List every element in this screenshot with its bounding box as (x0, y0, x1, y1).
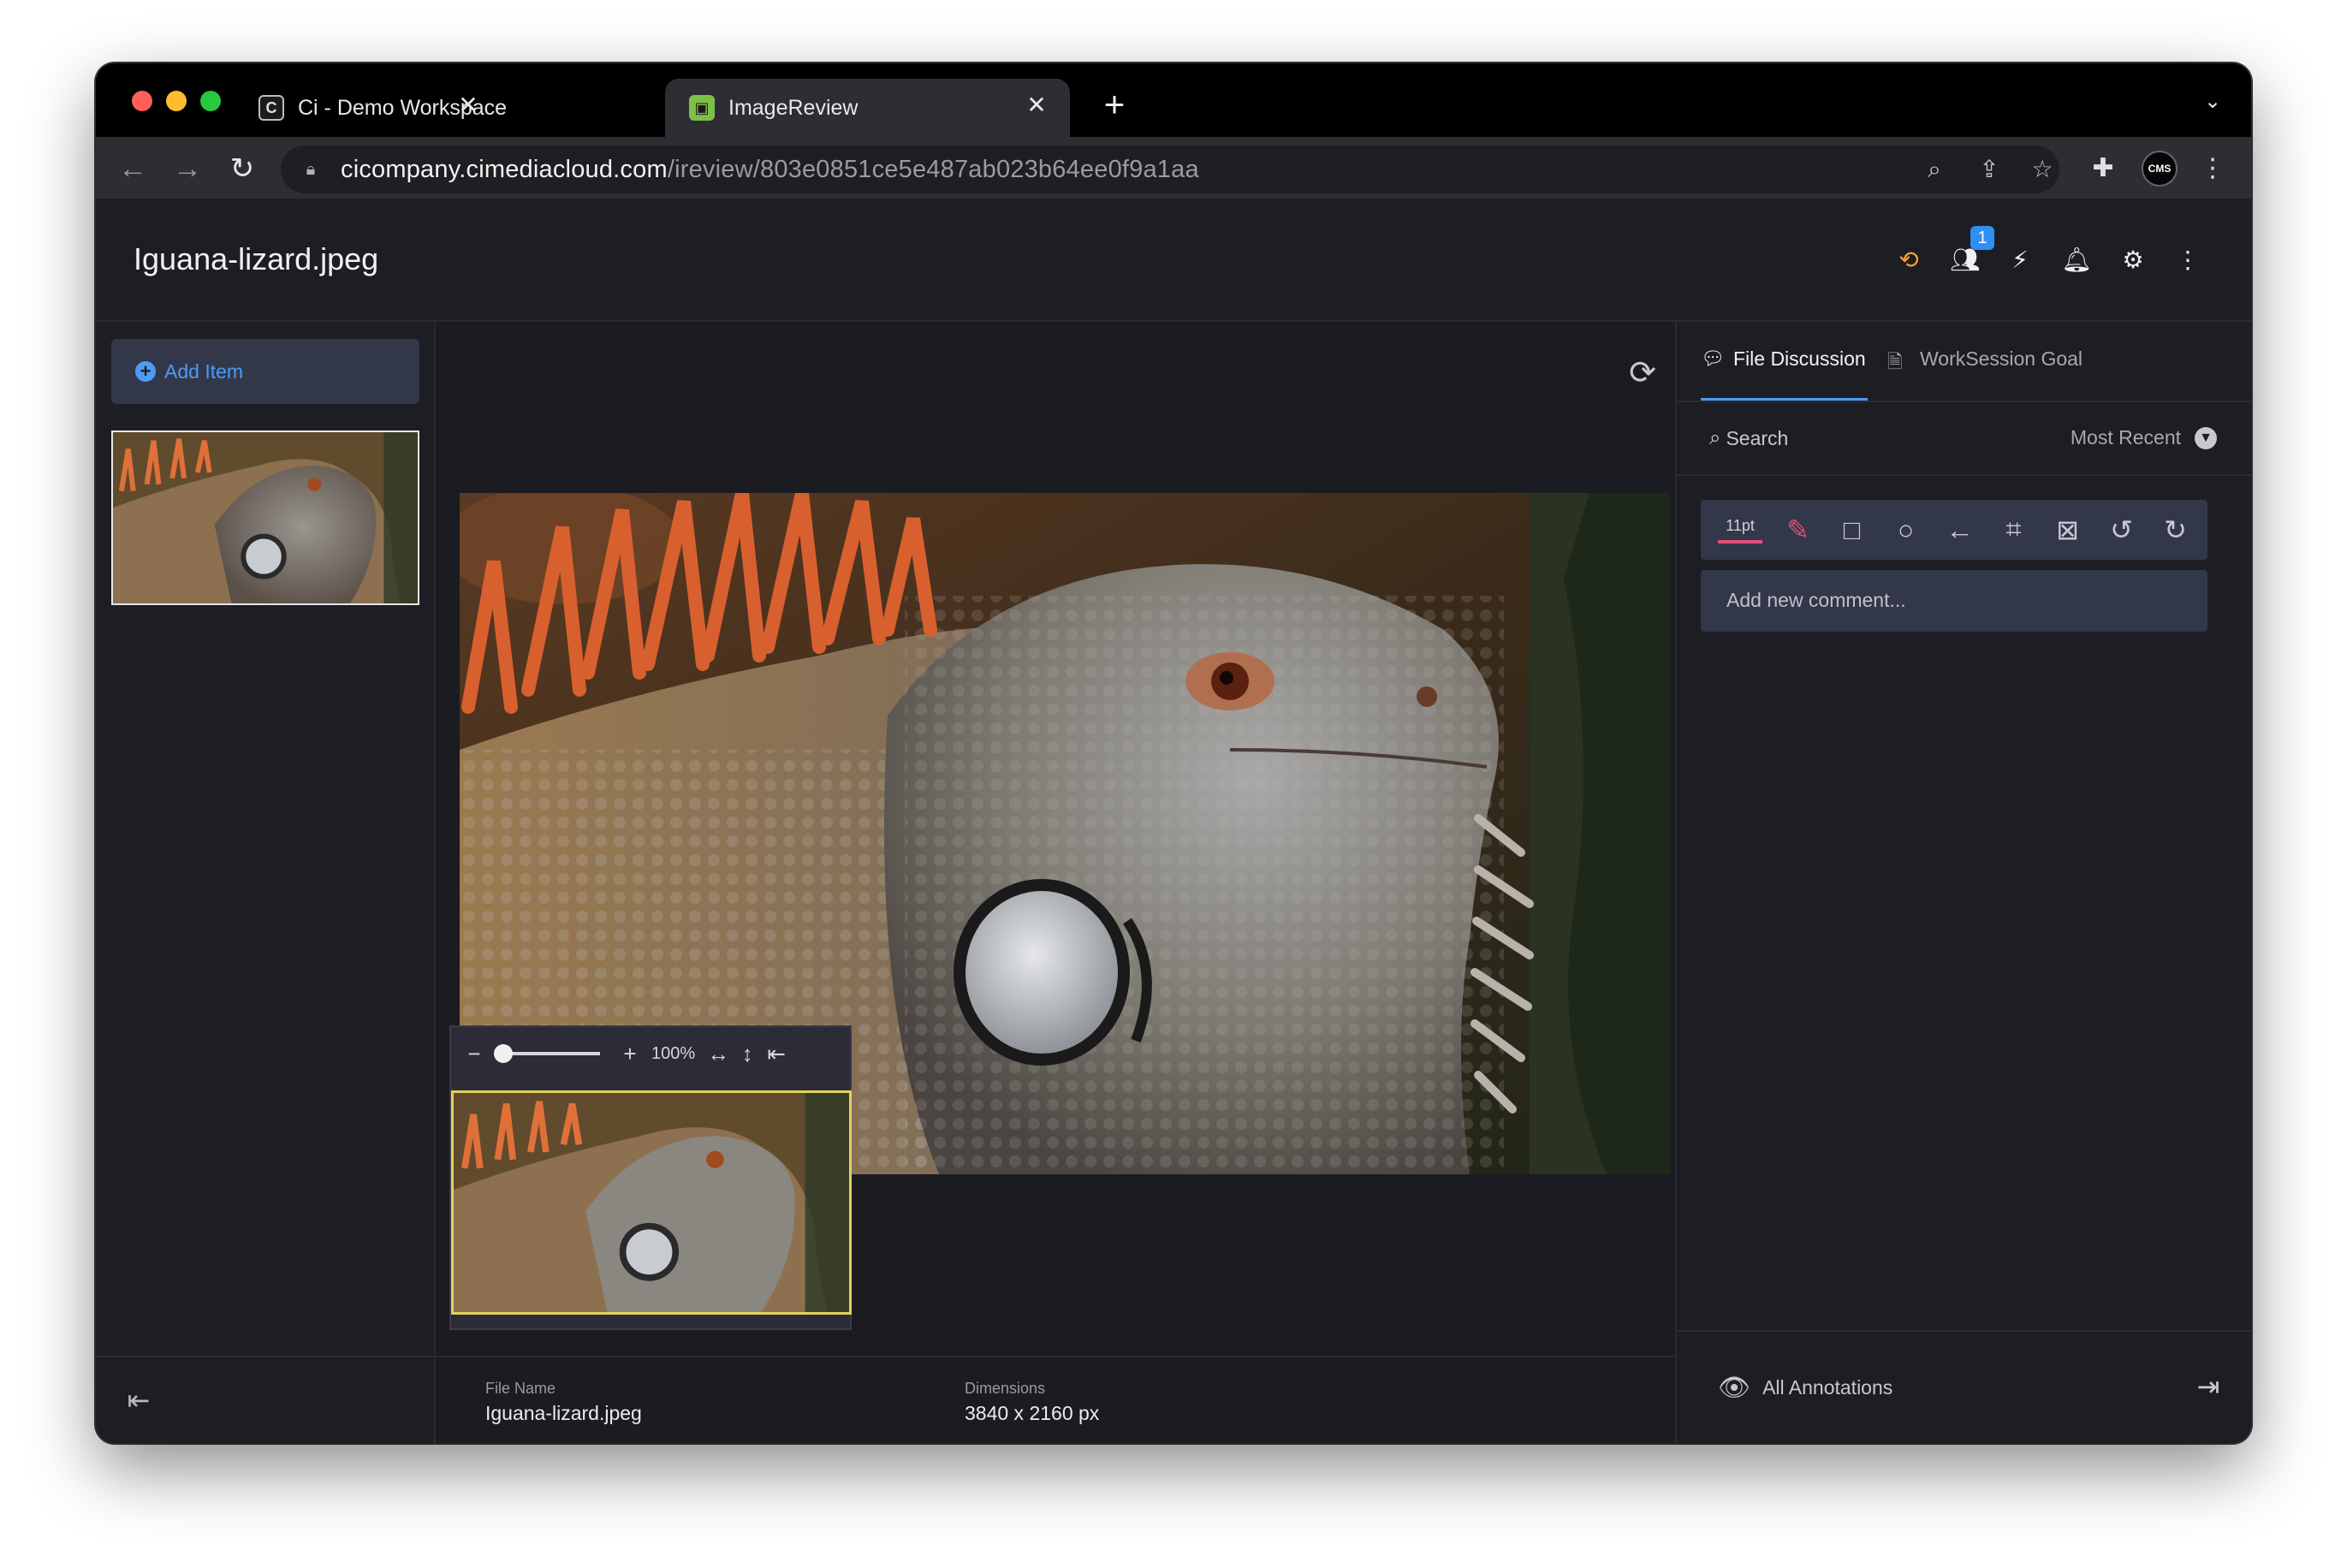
zoom-level: 100% (651, 1043, 696, 1063)
zoom-out-icon[interactable]: − (460, 1041, 489, 1067)
file-thumbnail[interactable] (111, 431, 419, 605)
forward-arrow-icon[interactable]: → (169, 151, 205, 187)
clear-icon[interactable]: ⊠ (2041, 514, 2094, 546)
chevron-down-icon: ▼ (2195, 426, 2217, 449)
redo-icon[interactable]: ↻ (2148, 514, 2202, 546)
collapse-panel-icon[interactable]: ⇥ (2193, 1371, 2224, 1402)
url-path: /ireview/803e0851ce5e487ab023b64ee0f9a1a… (667, 155, 1199, 183)
comment-icon: 💬︎ (1701, 347, 1725, 369)
collapse-sidebar-icon[interactable]: ⇤ (123, 1385, 154, 1416)
address-bar[interactable]: 🔒︎ cicompany.cimediacloud.com/ireview/80… (281, 146, 2059, 193)
close-icon[interactable]: ✕ (1022, 91, 1051, 120)
undo-icon[interactable]: ↺ (2094, 514, 2148, 546)
comment-input[interactable]: Add new comment... (1701, 570, 2207, 632)
lock-icon: 🔒︎ (306, 160, 316, 179)
close-icon[interactable]: ✕ (454, 91, 483, 120)
add-item-button[interactable]: + Add Item (111, 339, 419, 404)
sync-icon[interactable]: ⟲ (1893, 245, 1924, 276)
add-item-label: Add Item (164, 359, 244, 383)
zoom-slider[interactable] (494, 1044, 600, 1063)
chevron-down-icon[interactable]: ⌄ (2200, 89, 2225, 115)
refresh-icon[interactable]: ⟳ (1625, 356, 1660, 390)
tab-imagereview[interactable]: ▣ ImageReview ✕ (665, 79, 1070, 137)
crop-icon[interactable]: ⌗ (1987, 514, 2041, 546)
file-name-value: Iguana-lizard.jpeg (485, 1402, 642, 1424)
browser-window: C Ci - Demo Workspace ✕ ▣ ImageReview ✕ … (96, 63, 2251, 1443)
plus-circle-icon: + (135, 361, 156, 382)
share-icon[interactable]: ⇪ (1974, 154, 2005, 185)
arrow-icon[interactable]: ← (1933, 514, 1987, 546)
navigator-thumbnail[interactable] (451, 1090, 852, 1315)
discussion-search-bar: ⌕ Search Most Recent ▼ (1677, 402, 2251, 476)
users-count-badge: 1 (1970, 226, 1994, 250)
search-icon: ⌕ (1709, 426, 1721, 449)
gear-icon[interactable]: ⚙ (2118, 245, 2148, 276)
tab-ci-demo-workspace[interactable]: C Ci - Demo Workspace ✕ (146, 79, 642, 137)
back-arrow-icon[interactable]: ← (115, 151, 151, 187)
iguana-thumbnail-image (113, 432, 418, 603)
tab-file-discussion[interactable]: 💬︎ File Discussion (1701, 347, 1868, 401)
profile-avatar[interactable]: CMS (2142, 151, 2178, 187)
dimensions-label: Dimensions (965, 1380, 1046, 1397)
eye-icon: 👁︎ (1718, 1374, 1751, 1402)
sort-label: Most Recent (2070, 426, 2181, 448)
rectangle-icon[interactable]: □ (1825, 514, 1879, 546)
iguana-navigator-image (454, 1093, 849, 1312)
app-header: Iguana-lizard.jpeg ⟲ 👥︎ 1 ⚡︎ 🔔︎ ⚙ ⋮ (96, 200, 2251, 322)
zoom-slider-knob[interactable] (494, 1044, 513, 1063)
url-host: cicompany.cimediacloud.com (341, 155, 668, 183)
panel-tabs: 💬︎ File Discussion 🗎 WorkSession Goal (1677, 322, 2251, 402)
kebab-menu-icon[interactable]: ⋮ (2172, 245, 2203, 276)
zoom-navigator: − + 100% ↔ ↕ ⇤ (449, 1025, 852, 1330)
image-review-icon: ▣ (689, 95, 715, 121)
sort-dropdown[interactable]: Most Recent ▼ (2071, 426, 2217, 449)
zoom-search-icon[interactable]: ⌕ (1919, 154, 1950, 185)
zoom-controls: − + 100% ↔ ↕ ⇤ (451, 1027, 850, 1080)
stroke-size-selector[interactable]: 11pt (1718, 517, 1762, 543)
kebab-menu-icon[interactable]: ⋮ (2196, 152, 2229, 185)
document-icon: 🗎 (1887, 351, 1903, 372)
page-title: Iguana-lizard.jpeg (134, 241, 379, 276)
all-annotations-toggle[interactable]: 👁︎ All Annotations (1718, 1373, 1892, 1403)
panel-footer: 👁︎ All Annotations ⇥ (1677, 1330, 2251, 1443)
zoom-in-icon[interactable]: + (615, 1041, 645, 1067)
tab-bar: C Ci - Demo Workspace ✕ ▣ ImageReview ✕ … (96, 63, 2251, 137)
tab-worksession-goal[interactable]: 🗎 WorkSession Goal (1887, 347, 2083, 401)
sidebar-footer: ⇤ (96, 1356, 434, 1443)
discussion-panel: 💬︎ File Discussion 🗎 WorkSession Goal ⌕ … (1675, 322, 2251, 1443)
file-metadata: File Name Iguana-lizard.jpeg Dimensions … (436, 1356, 1675, 1443)
circle-icon[interactable]: ○ (1879, 514, 1933, 546)
bell-icon[interactable]: 🔔︎ (2061, 245, 2092, 276)
search-label: Search (1726, 426, 1789, 449)
fit-width-icon[interactable]: ↔ (704, 1041, 733, 1067)
tab-label: WorkSession Goal (1920, 347, 2083, 370)
fit-height-icon[interactable]: ↕ (733, 1041, 762, 1067)
collapse-navigator-icon[interactable]: ⇤ (762, 1041, 791, 1067)
browser-toolbar: ← → ↻ 🔒︎ cicompany.cimediacloud.com/irev… (96, 137, 2251, 200)
file-name-label: File Name (485, 1380, 556, 1397)
pencil-icon[interactable]: ✎ (1771, 514, 1825, 546)
image-viewer: ⟳ − + 100% ↔ ↕ ⇤ File Name Iguana-lizard… (436, 322, 1675, 1443)
dimensions-value: 3840 x 2160 px (965, 1402, 1100, 1424)
extensions-icon[interactable]: ✚ (2087, 152, 2119, 185)
new-tab-button[interactable]: + (1097, 86, 1132, 122)
sidebar: + Add Item ⇤ (96, 322, 436, 1443)
star-icon[interactable]: ☆ (2027, 154, 2058, 185)
search-button[interactable]: ⌕ Search (1709, 426, 1788, 450)
all-annotations-label: All Annotations (1762, 1376, 1893, 1399)
tab-label: File Discussion (1733, 347, 1866, 370)
lightning-icon[interactable]: ⚡︎ (2005, 245, 2035, 276)
ci-logo-icon: C (258, 95, 284, 121)
tab-title: ImageReview (728, 95, 859, 120)
annotation-toolbar: 11pt ✎ □ ○ ← ⌗ ⊠ ↺ ↻ (1701, 500, 2207, 560)
reload-icon[interactable]: ↻ (224, 151, 260, 187)
